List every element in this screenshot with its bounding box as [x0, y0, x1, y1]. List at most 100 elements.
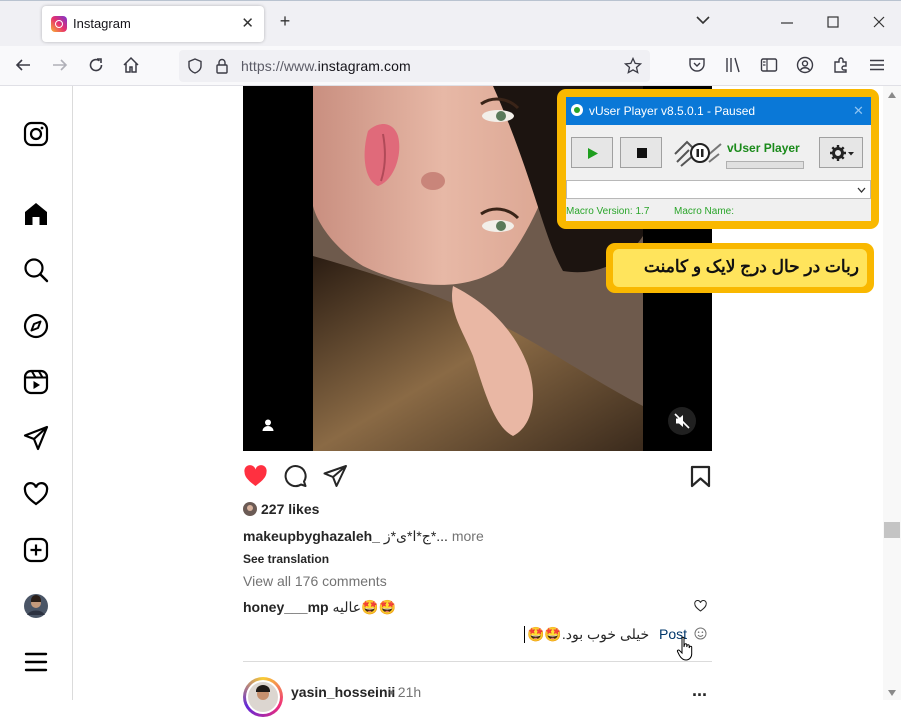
account-icon[interactable] — [795, 56, 815, 76]
menu-icon[interactable] — [867, 56, 887, 76]
post-divider — [243, 661, 712, 662]
user-tag-icon[interactable] — [261, 418, 275, 437]
comment-icon — [284, 465, 307, 488]
heart-filled-icon — [244, 465, 267, 486]
macro-version-row: Macro Version: 1.7 — [566, 206, 649, 217]
reload-icon — [89, 58, 103, 72]
new-tab-button[interactable]: + — [274, 11, 296, 32]
comment-input[interactable]: خیلی خوب بود.🤩🤩 — [524, 626, 649, 643]
arrow-right-icon — [53, 59, 68, 71]
minimize-button[interactable] — [778, 12, 796, 33]
comment-row: honey___mp عالیه🤩🤩 — [243, 599, 396, 616]
profile-avatar[interactable] — [22, 592, 50, 620]
forward-button[interactable] — [50, 56, 70, 76]
notifications-icon[interactable] — [22, 480, 50, 508]
instagram-sidebar — [0, 86, 73, 700]
macro-version-label: Macro Version: — [566, 206, 633, 217]
vuser-titlebar: vUser Player v8.5.0.1 - Paused ✕ — [566, 97, 871, 125]
like-button[interactable] — [243, 464, 268, 493]
instagram-logo-icon[interactable] — [22, 120, 50, 148]
vuser-close-icon[interactable]: ✕ — [853, 103, 864, 119]
view-comments-link[interactable]: View all 176 comments — [243, 573, 387, 589]
vuser-app-icon — [571, 104, 583, 116]
save-button[interactable] — [690, 465, 711, 493]
explore-icon[interactable] — [22, 312, 50, 340]
muted-speaker-icon — [674, 413, 690, 429]
vuser-stop-button[interactable] — [620, 137, 662, 168]
url-prefix: https://www. — [241, 58, 318, 74]
tab-list-button[interactable] — [692, 9, 714, 30]
browser-tab-strip: Instagram ✕ + — [0, 0, 901, 46]
likes-count[interactable]: 227 likes — [261, 501, 319, 517]
pocket-icon[interactable] — [687, 56, 707, 76]
shield-icon[interactable] — [187, 58, 203, 79]
macro-name-label: Macro Name: — [674, 206, 735, 217]
vuser-macro-dropdown[interactable] — [566, 180, 871, 199]
gear-icon — [830, 145, 854, 161]
chevron-down-icon — [857, 187, 866, 193]
next-post-username[interactable]: yasin_hosseinii — [291, 684, 395, 700]
scrollbar-thumb[interactable] — [884, 522, 900, 538]
browser-toolbar: https://www.instagram.com — [0, 46, 901, 86]
likes-avatar — [243, 502, 257, 521]
lock-icon[interactable] — [215, 58, 229, 79]
home-button[interactable] — [121, 56, 141, 76]
reels-icon[interactable] — [22, 368, 50, 396]
comment-button[interactable] — [283, 464, 308, 493]
search-icon[interactable] — [22, 256, 50, 284]
share-icon — [323, 465, 347, 487]
status-banner: ربات در حال درج لایک و کامنت — [613, 249, 867, 287]
back-button[interactable] — [13, 56, 33, 76]
bookmark-star-icon[interactable] — [623, 56, 643, 80]
bookmark-icon — [690, 465, 711, 488]
vuser-brand-label: vUser Player — [727, 141, 800, 155]
extensions-icon[interactable] — [831, 56, 851, 76]
browser-tab[interactable]: Instagram ✕ — [42, 6, 264, 42]
mute-button[interactable] — [668, 407, 696, 435]
maximize-button[interactable] — [824, 12, 842, 33]
tab-close-icon[interactable]: ✕ — [241, 14, 254, 32]
vuser-robot-logo-icon — [673, 134, 723, 175]
reload-button[interactable] — [86, 56, 106, 76]
comment-username[interactable]: honey___mp — [243, 599, 329, 615]
library-icon[interactable] — [723, 56, 743, 76]
status-banner-text: ربات در حال درج لایک و کامنت — [643, 257, 859, 276]
scroll-down-icon — [888, 690, 896, 696]
vuser-progress-bar — [726, 161, 804, 169]
caption-more-link[interactable]: more — [452, 528, 484, 544]
vuser-title: vUser Player v8.5.0.1 - Paused — [589, 104, 756, 118]
comment-text: عالیه🤩🤩 — [332, 599, 396, 615]
see-translation-link[interactable]: See translation — [243, 552, 329, 566]
caption-text: ج*ا*ی*ز*... — [383, 528, 448, 544]
sidebar-toggle-icon[interactable] — [759, 56, 779, 76]
share-button[interactable] — [323, 464, 348, 493]
comment-like-button[interactable] — [694, 599, 707, 617]
caption-username[interactable]: makeupbyghazaleh_ — [243, 528, 380, 544]
home-icon[interactable] — [22, 200, 50, 228]
tab-title: Instagram — [73, 16, 131, 31]
messages-icon[interactable] — [22, 424, 50, 452]
close-window-button[interactable] — [870, 12, 888, 33]
macro-version-value: 1.7 — [635, 206, 650, 217]
maximize-icon — [827, 16, 839, 28]
create-icon[interactable] — [22, 536, 50, 564]
vuser-player-window: vUser Player v8.5.0.1 - Paused ✕ vUser P… — [566, 97, 871, 221]
address-bar[interactable]: https://www.instagram.com — [179, 50, 650, 82]
instagram-favicon-icon — [51, 16, 67, 32]
vuser-settings-button[interactable] — [819, 137, 863, 168]
home-icon — [123, 56, 139, 73]
url-text[interactable]: https://www.instagram.com — [241, 58, 411, 74]
vuser-play-button[interactable] — [571, 137, 613, 168]
next-post-more-button[interactable]: ... — [692, 680, 707, 701]
more-menu-icon[interactable] — [22, 648, 50, 676]
scroll-up-icon — [888, 92, 896, 98]
url-domain: instagram.com — [317, 58, 411, 74]
next-post-avatar-ring[interactable] — [243, 677, 283, 717]
next-post-avatar — [248, 682, 278, 712]
arrow-left-icon — [15, 59, 30, 71]
page-scrollbar[interactable] — [883, 86, 901, 700]
next-post-time: • 21h — [389, 684, 422, 700]
close-icon — [873, 16, 885, 28]
heart-outline-icon — [694, 599, 707, 612]
play-icon — [588, 148, 598, 159]
